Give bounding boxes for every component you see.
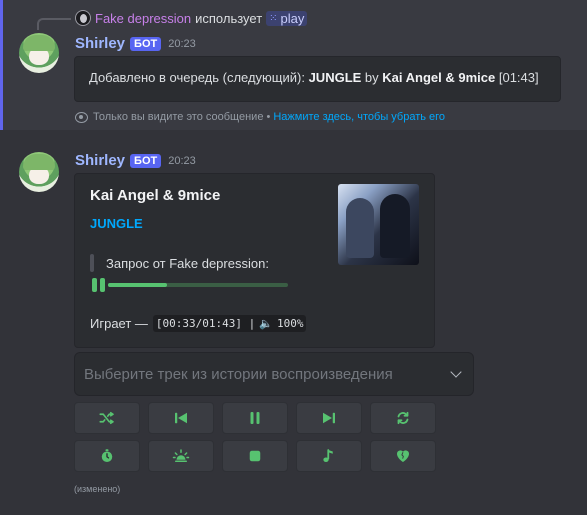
- like-button[interactable]: [370, 440, 436, 472]
- edited-label: (изменено): [74, 484, 121, 494]
- stop-button[interactable]: [222, 440, 288, 472]
- next-button[interactable]: [296, 402, 362, 434]
- previous-button[interactable]: [148, 402, 214, 434]
- pause-icon: [250, 412, 260, 424]
- apps-icon: ⁙: [269, 12, 278, 24]
- ephemeral-text: Только вы видите это сообщение •: [93, 111, 271, 123]
- queue-prefix: Добавлено в очередь (следующий):: [89, 70, 309, 85]
- timer-button[interactable]: [74, 440, 140, 472]
- status-label: Играет —: [90, 316, 148, 331]
- quote-bar: [90, 254, 94, 272]
- reply-avatar[interactable]: [75, 10, 91, 26]
- stop-icon: [249, 450, 261, 462]
- previous-icon: [175, 412, 187, 424]
- playback-status: Играет — [00:33/01:43] | 🔈 100%: [90, 315, 307, 332]
- album-thumbnail[interactable]: [338, 184, 419, 265]
- author-name[interactable]: Shirley: [75, 35, 125, 52]
- queue-embed: Добавлено в очередь (следующий): JUNGLE …: [74, 56, 561, 102]
- now-playing-embed: Kai Angel & 9mice JUNGLE Запрос от Fake …: [74, 173, 435, 348]
- queue-by: by: [361, 70, 383, 85]
- progress-knob: [100, 278, 105, 292]
- stopwatch-icon: [101, 449, 113, 462]
- ephemeral-note: Только вы видите это сообщение • Нажмите…: [75, 111, 445, 123]
- repeat-icon: [397, 411, 409, 425]
- next-icon: [323, 412, 335, 424]
- bot-badge: БОТ: [130, 36, 162, 51]
- slash-command[interactable]: ⁙ play: [266, 10, 308, 26]
- effects-button[interactable]: [148, 440, 214, 472]
- requested-by: Запрос от Fake depression:: [106, 256, 269, 271]
- command-reply: Fake depression использует ⁙ play: [75, 10, 308, 26]
- eye-icon: [75, 111, 88, 123]
- shuffle-button[interactable]: [74, 402, 140, 434]
- queue-duration: [01:43]: [495, 70, 539, 85]
- shuffle-icon: [99, 411, 114, 425]
- avatar[interactable]: [19, 152, 59, 192]
- volume-text: 100%: [276, 317, 304, 330]
- track-title-link[interactable]: JUNGLE: [90, 216, 143, 231]
- bot-badge: БОТ: [130, 153, 162, 168]
- author-name[interactable]: Shirley: [75, 152, 125, 169]
- heart-icon: [397, 450, 409, 462]
- reply-username[interactable]: Fake depression: [95, 11, 191, 26]
- progress-knob: [92, 278, 97, 292]
- progress-bar: [108, 283, 288, 287]
- track-artist: Kai Angel & 9mice: [90, 187, 221, 204]
- time-code: [00:33/01:43] | 🔈 100%: [152, 315, 307, 332]
- speaker-icon: 🔈: [259, 317, 273, 330]
- message-author: Shirley БОТ 20:23: [75, 152, 196, 169]
- reply-uses-text: использует: [195, 10, 263, 26]
- lyrics-button[interactable]: [296, 440, 362, 472]
- reply-connector: [37, 18, 71, 30]
- timestamp[interactable]: 20:23: [168, 38, 196, 50]
- command-name: play: [280, 10, 305, 26]
- pause-button[interactable]: [222, 402, 288, 434]
- select-placeholder: Выберите трек из истории воспроизведения: [84, 365, 393, 383]
- queue-artist: Kai Angel & 9mice: [382, 70, 496, 85]
- chevron-down-icon: [450, 366, 462, 378]
- sun-icon: [172, 449, 190, 462]
- time-code-text: [00:33/01:43] |: [155, 317, 256, 330]
- progress-fill: [108, 283, 168, 287]
- avatar[interactable]: [19, 33, 59, 73]
- queue-track-title: JUNGLE: [308, 70, 362, 85]
- timestamp[interactable]: 20:23: [168, 155, 196, 167]
- history-select[interactable]: Выберите трек из истории воспроизведения: [74, 352, 474, 396]
- message-author: Shirley БОТ 20:23: [75, 35, 196, 52]
- dismiss-link[interactable]: Нажмите здесь, чтобы убрать его: [273, 111, 445, 123]
- music-note-icon: [323, 449, 333, 462]
- repeat-button[interactable]: [370, 402, 436, 434]
